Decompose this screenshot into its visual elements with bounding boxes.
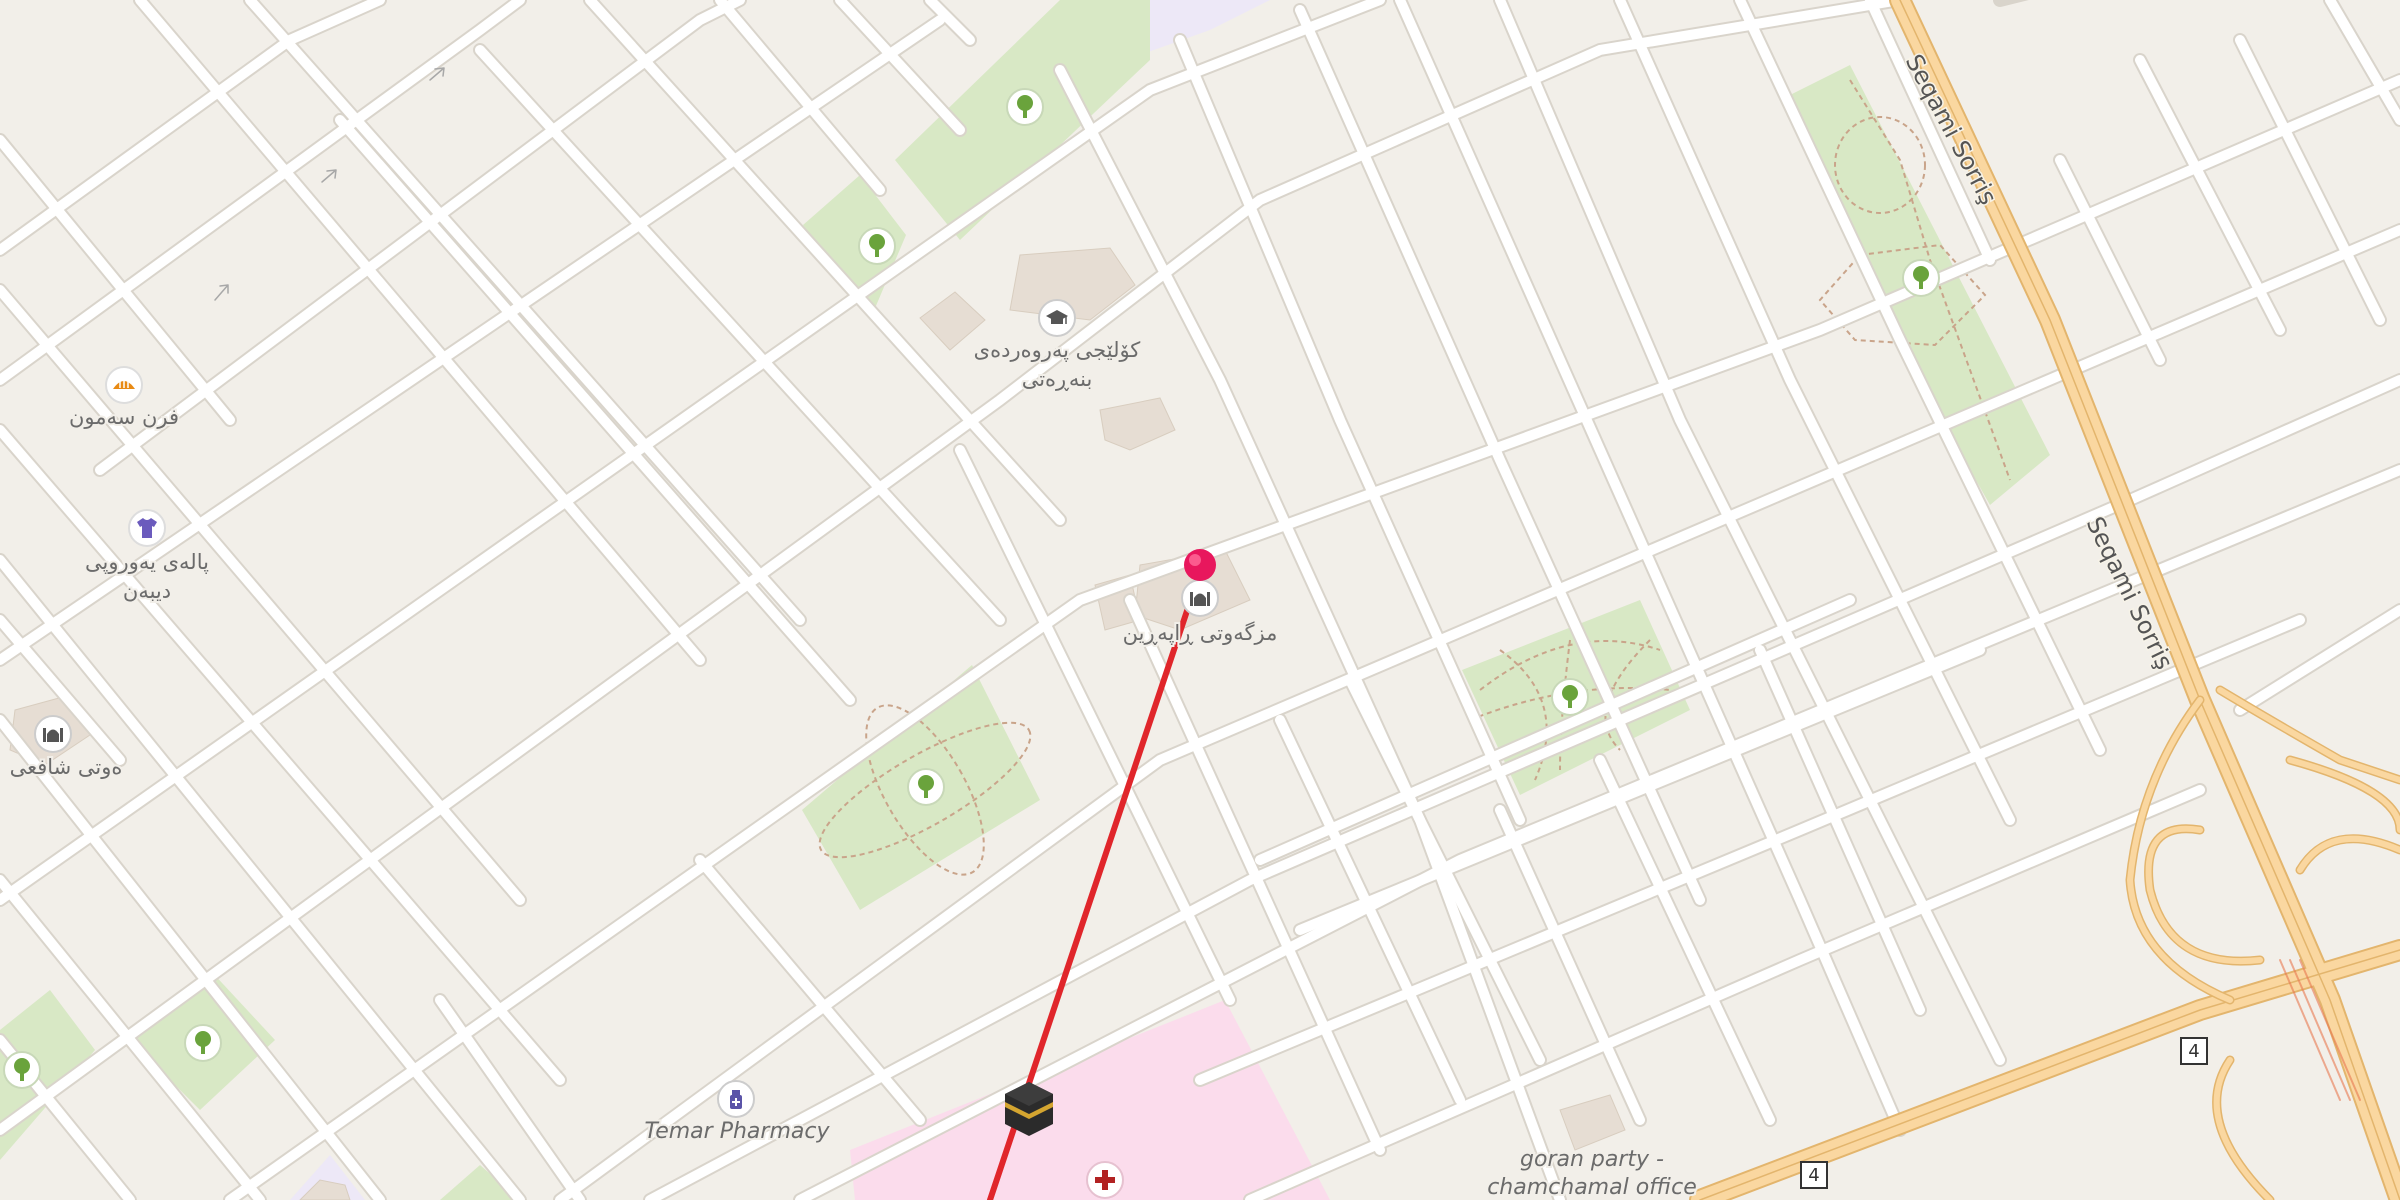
poi-label: فرن سەمون [69,405,179,429]
mosque-icon[interactable] [34,715,72,753]
poi-label: chamchamal office [1487,1175,1697,1200]
route-shield: 4 [2180,1037,2208,1065]
tree-icon[interactable] [1006,88,1044,126]
poi-label: goran party - [1520,1147,1664,1172]
poi-label: Temar Pharmacy [645,1119,831,1144]
bakery-icon[interactable] [105,366,143,404]
poi-label: ەوتی شافعی [10,755,123,779]
clothes-shop-icon[interactable] [128,509,166,547]
tree-icon[interactable] [184,1024,222,1062]
shield-number: 4 [2188,1041,2199,1062]
tree-icon[interactable] [1551,678,1589,716]
poi-label: بنەڕەتی [1022,367,1093,391]
pharmacy-icon[interactable] [717,1080,755,1118]
map-canvas[interactable]: 4 4 Seqami Sorriş Seqami Sorriş کۆلێجی پ… [0,0,2400,1200]
route-shield: 4 [1800,1161,1828,1189]
poi-label: کۆلێجی پەروەردەی [974,338,1141,362]
map-pin-icon[interactable] [1184,549,1216,581]
graduation-cap-icon[interactable] [1038,299,1076,337]
hospital-cross-icon[interactable] [1086,1161,1124,1199]
mosque-icon[interactable] [1181,579,1219,617]
tree-icon[interactable] [858,227,896,265]
tree-icon[interactable] [1902,259,1940,297]
poi-label: پالەی یەوروپی [85,550,209,574]
poi-label: مزگەوتی ڕاپەڕین [1123,621,1278,645]
tree-icon[interactable] [3,1051,41,1089]
tree-icon[interactable] [907,768,945,806]
shield-number: 4 [1808,1165,1819,1186]
poi-label: دیبەن [123,579,171,603]
